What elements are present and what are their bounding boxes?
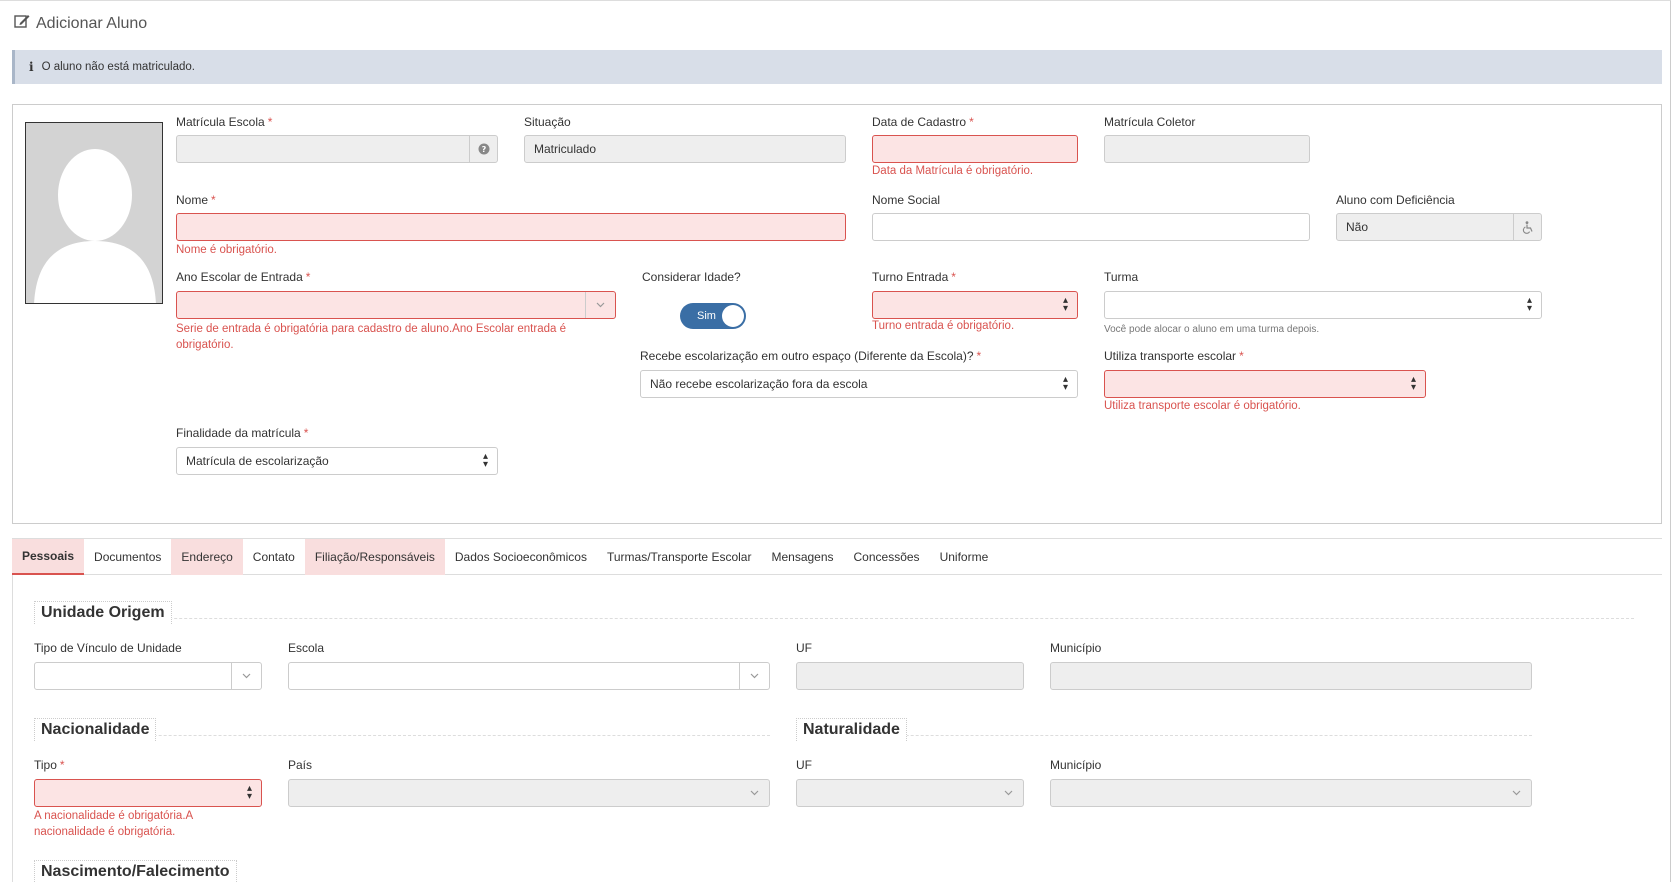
edit-icon xyxy=(14,14,30,33)
ano-escolar-error: Serie de entrada é obrigatória para cada… xyxy=(176,323,566,351)
nacionalidade-title: Nacionalidade xyxy=(34,718,157,741)
pais-label: País xyxy=(288,758,313,772)
transporte-label: Utiliza transporte escolar * xyxy=(1104,349,1244,363)
page-title-text: Adicionar Aluno xyxy=(36,14,148,32)
naturalidade-title: Naturalidade xyxy=(796,718,907,741)
toggle-text: Sim xyxy=(697,310,716,322)
chevron-down-icon xyxy=(1501,780,1531,806)
nome-social-label: Nome Social xyxy=(872,193,941,207)
help-icon[interactable]: ? xyxy=(469,136,497,162)
ano-escolar-select[interactable] xyxy=(176,291,616,319)
naturalidade-uf-select[interactable] xyxy=(796,779,1024,807)
finalidade-select[interactable]: Matrícula de escolarização ▴ ▾ xyxy=(176,447,498,475)
nacionalidade-tipo-label: Tipo * xyxy=(34,758,65,772)
data-cadastro-label: Data de Cadastro * xyxy=(872,115,974,129)
matricula-escola-label: Matrícula Escola * xyxy=(176,115,273,129)
ano-escolar-label: Ano Escolar de Entrada * xyxy=(176,270,311,284)
turno-entrada-label: Turno Entrada * xyxy=(872,270,956,284)
deficiencia-label: Aluno com Deficiência xyxy=(1336,193,1455,207)
wheelchair-icon xyxy=(1513,214,1541,240)
nome-input[interactable] xyxy=(176,213,846,241)
pais-select[interactable] xyxy=(288,779,770,807)
tab-filiacao[interactable]: Filiação/Responsáveis xyxy=(304,539,445,575)
tab-socioeconomicos[interactable]: Dados Socioeconômicos xyxy=(445,539,597,575)
chevron-down-icon xyxy=(739,663,769,689)
chevron-down-icon xyxy=(739,780,769,806)
chevron-down-icon xyxy=(993,780,1023,806)
escolarizacao-select[interactable]: Não recebe escolarização fora da escola … xyxy=(640,370,1078,398)
svg-text:?: ? xyxy=(481,145,486,154)
info-alert: i O aluno não está matriculado. xyxy=(12,50,1662,84)
situacao-input[interactable]: Matriculado xyxy=(524,135,846,163)
tab-turmas-transporte[interactable]: Turmas/Transporte Escolar xyxy=(597,539,762,575)
transporte-select[interactable]: ▴ ▾ xyxy=(1104,370,1426,398)
origem-municipio-label: Município xyxy=(1050,641,1102,655)
deficiencia-input[interactable]: Não xyxy=(1336,213,1542,241)
nome-error: Nome é obrigatório. xyxy=(176,244,277,256)
considerar-idade-label: Considerar Idade? xyxy=(642,270,741,284)
tab-pessoais[interactable]: Pessoais xyxy=(12,539,85,575)
naturalidade-municipio-label: Município xyxy=(1050,758,1102,772)
tab-documentos[interactable]: Documentos xyxy=(84,539,171,575)
select-arrows-icon: ▴ ▾ xyxy=(1410,374,1416,393)
select-arrows-icon: ▴ ▾ xyxy=(1062,295,1068,314)
origem-uf-input[interactable] xyxy=(796,662,1024,690)
toggle-knob xyxy=(722,305,744,327)
naturalidade-municipio-select[interactable] xyxy=(1050,779,1532,807)
tab-uniforme[interactable]: Uniforme xyxy=(930,539,999,575)
nacionalidade-tipo-error: A nacionalidade é obrigatória.A nacional… xyxy=(34,810,193,838)
matricula-coletor-input[interactable] xyxy=(1104,135,1310,163)
tipo-vinculo-label: Tipo de Vínculo de Unidade xyxy=(34,641,182,655)
tab-bar: Pessoais Documentos Endereço Contato Fil… xyxy=(12,538,1662,575)
section-divider xyxy=(34,618,1634,619)
alert-text: O aluno não está matriculado. xyxy=(41,61,195,73)
tipo-vinculo-select[interactable] xyxy=(34,662,262,690)
avatar-icon xyxy=(26,123,162,303)
turno-entrada-select[interactable]: ▴ ▾ xyxy=(872,291,1078,319)
chevron-down-icon xyxy=(585,292,615,318)
nome-social-input[interactable] xyxy=(872,213,1310,241)
nacionalidade-tipo-select[interactable]: ▴ ▾ xyxy=(34,779,262,807)
turno-entrada-error: Turno entrada é obrigatório. xyxy=(872,320,1015,332)
transporte-error: Utiliza transporte escolar é obrigatório… xyxy=(1104,400,1301,412)
data-cadastro-input[interactable] xyxy=(872,135,1078,163)
page-title: Adicionar Aluno xyxy=(14,14,147,33)
select-arrows-icon: ▴ ▾ xyxy=(482,451,488,470)
chevron-down-icon xyxy=(231,663,261,689)
tab-mensagens[interactable]: Mensagens xyxy=(761,539,843,575)
info-icon: i xyxy=(29,60,34,74)
turma-select[interactable]: ▴ ▾ xyxy=(1104,291,1542,319)
matricula-escola-input[interactable]: ? xyxy=(176,135,498,163)
turma-label: Turma xyxy=(1104,270,1139,284)
nome-label: Nome * xyxy=(176,193,216,207)
finalidade-label: Finalidade da matrícula * xyxy=(176,426,309,440)
escolarizacao-label: Recebe escolarização em outro espaço (Di… xyxy=(640,349,982,363)
turma-hint: Você pode alocar o aluno em uma turma de… xyxy=(1104,324,1320,335)
tab-contato[interactable]: Contato xyxy=(243,539,305,575)
considerar-idade-toggle[interactable]: Sim xyxy=(680,303,746,329)
escola-label: Escola xyxy=(288,641,325,655)
select-arrows-icon: ▴ ▾ xyxy=(1526,295,1532,314)
unidade-origem-title: Unidade Origem xyxy=(34,601,172,624)
origem-uf-label: UF xyxy=(796,641,812,655)
naturalidade-uf-label: UF xyxy=(796,758,812,772)
matricula-coletor-label: Matrícula Coletor xyxy=(1104,115,1196,129)
situacao-label: Situação xyxy=(524,115,571,129)
select-arrows-icon: ▴ ▾ xyxy=(246,783,252,802)
student-photo-placeholder[interactable] xyxy=(25,122,163,304)
escola-select[interactable] xyxy=(288,662,770,690)
tab-concessoes[interactable]: Concessões xyxy=(844,539,930,575)
nascimento-title: Nascimento/Falecimento xyxy=(34,860,237,882)
tab-endereco[interactable]: Endereço xyxy=(171,539,243,575)
origem-municipio-input[interactable] xyxy=(1050,662,1532,690)
data-cadastro-error: Data da Matrícula é obrigatório. xyxy=(872,165,1034,177)
select-arrows-icon: ▴ ▾ xyxy=(1062,374,1068,393)
